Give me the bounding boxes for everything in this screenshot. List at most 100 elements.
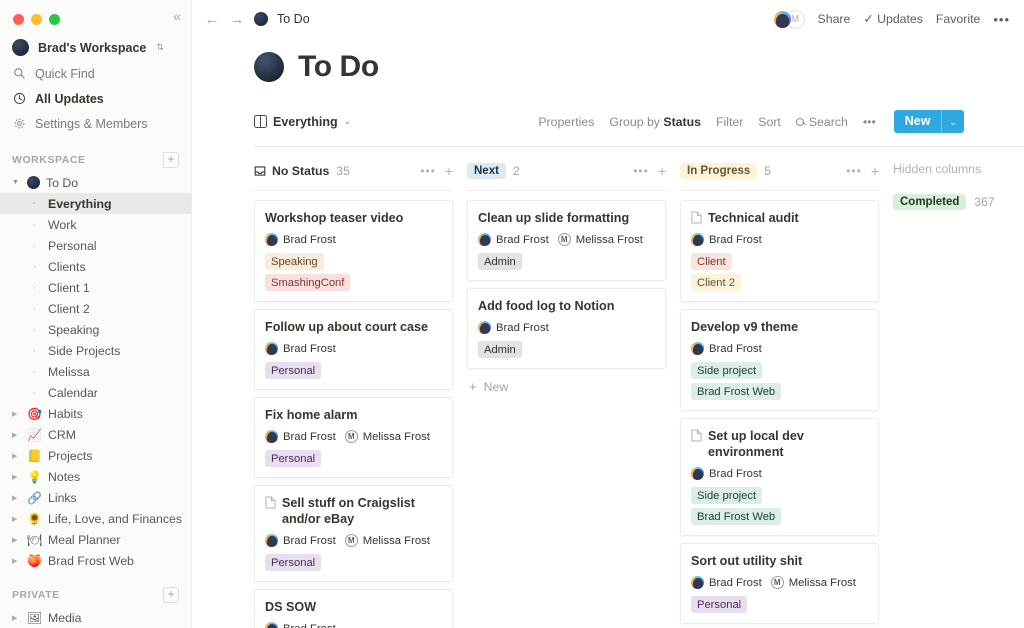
back-button[interactable]: ←	[204, 11, 220, 28]
sidebar-item-to-do[interactable]: ▼ To Do	[0, 172, 191, 193]
chevron-right-icon[interactable]: ▶	[12, 515, 21, 523]
breadcrumb[interactable]: To Do	[277, 12, 310, 26]
column-title[interactable]: No Status	[254, 164, 329, 178]
sidebar-item-clients[interactable]: · Clients	[0, 256, 191, 277]
card-title-row: Sort out utility shit	[691, 553, 868, 569]
add-new-card-button[interactable]: + New	[467, 380, 666, 394]
sidebar-item-work[interactable]: · Work	[0, 214, 191, 235]
card-tag: Client 2	[691, 274, 741, 291]
clock-icon	[12, 92, 26, 106]
board-card[interactable]: Workshop teaser video Brad Frost Speaking S…	[254, 200, 453, 302]
sort-button[interactable]: Sort	[758, 115, 781, 129]
sidebar-item-links[interactable]: ▶ 🔗 Links	[0, 487, 191, 508]
workspace-switcher[interactable]: Brad's Workspace ⇅	[0, 34, 191, 61]
column-add-card-button[interactable]: +	[445, 164, 453, 178]
sidebar-item-personal[interactable]: · Personal	[0, 235, 191, 256]
card-person: Brad Frost	[265, 342, 336, 355]
column-menu-button[interactable]: •••	[846, 164, 862, 178]
board-card[interactable]: Set up local dev environment Brad Frost Si…	[680, 418, 879, 536]
column-count: 2	[512, 164, 520, 178]
forward-button[interactable]: →	[229, 11, 245, 28]
zoom-window-button[interactable]	[49, 14, 60, 25]
sidebar-item-speaking[interactable]: · Speaking	[0, 319, 191, 340]
view-tab-everything[interactable]: Everything ⌄	[254, 115, 351, 129]
sidebar-item-everything[interactable]: · Everything	[0, 193, 191, 214]
column-add-card-button[interactable]: +	[871, 164, 879, 178]
sidebar-item-notes[interactable]: ▶ 💡 Notes	[0, 466, 191, 487]
board-card[interactable]: Sort out utility shit Brad Frost M Melissa …	[680, 543, 879, 624]
column-actions: ••• +	[846, 164, 879, 178]
column-status-tag[interactable]: Next	[467, 163, 506, 179]
board-card[interactable]: Technical audit Brad Frost Client Client 2	[680, 200, 879, 302]
card-people: Brad Frost	[478, 321, 655, 334]
board-card[interactable]: Develop v9 theme Brad Frost Side project Br…	[680, 309, 879, 411]
chevron-down-icon[interactable]: ⌄	[942, 110, 964, 133]
sidebar-item-brad-frost-web[interactable]: ▶ 🍑 Brad Frost Web	[0, 550, 191, 571]
filter-button[interactable]: Filter	[716, 115, 743, 129]
new-button[interactable]: New ⌄	[893, 110, 964, 133]
sidebar-item-media[interactable]: ▶ 🖼 Media	[0, 607, 191, 628]
column-cards: Workshop teaser video Brad Frost Speaking S…	[254, 200, 453, 628]
column-menu-button[interactable]: •••	[633, 164, 649, 178]
card-tags: Personal	[691, 596, 868, 613]
sidebar-item-label: Everything	[48, 196, 112, 211]
sidebar-item-projects[interactable]: ▶ 📒 Projects	[0, 445, 191, 466]
sidebar-item-quick-find[interactable]: Quick Find	[0, 61, 191, 86]
favorite-button[interactable]: Favorite	[936, 12, 980, 26]
column-menu-button[interactable]: •••	[420, 164, 436, 178]
page-title[interactable]: To Do	[298, 50, 379, 84]
chevron-right-icon[interactable]: ▶	[12, 494, 21, 502]
collapse-sidebar-icon[interactable]: «	[173, 7, 181, 25]
board-card[interactable]: Sell stuff on Craigslist and/or eBay Brad…	[254, 485, 453, 582]
add-private-page-button[interactable]: +	[163, 587, 179, 603]
column-name: No Status	[272, 164, 330, 178]
chevron-right-icon[interactable]: ▶	[12, 614, 21, 622]
sidebar-item-meal-planner[interactable]: ▶ 🍽 Meal Planner	[0, 529, 191, 550]
chevron-right-icon[interactable]: ▶	[12, 452, 21, 460]
sidebar-item-calendar[interactable]: · Calendar	[0, 382, 191, 403]
chevron-down-icon[interactable]: ▼	[12, 179, 21, 186]
view-more-button[interactable]: •••	[863, 115, 876, 129]
sidebar-item-label: Meal Planner	[48, 532, 121, 547]
group-by-button[interactable]: Group by Status	[609, 115, 701, 129]
sidebar-item-settings-members[interactable]: Settings & Members	[0, 111, 191, 136]
chevron-right-icon[interactable]: ▶	[12, 536, 21, 544]
sidebar-item-life-love-and-finances[interactable]: ▶ 🌻 Life, Love, and Finances	[0, 508, 191, 529]
sidebar-item-habits[interactable]: ▶ 🎯 Habits	[0, 403, 191, 424]
board-card[interactable]: Fix home alarm Brad Frost M Melissa Frost Pe…	[254, 397, 453, 478]
chevron-right-icon[interactable]: ▶	[12, 410, 21, 418]
properties-button[interactable]: Properties	[538, 115, 594, 129]
add-page-button[interactable]: +	[163, 152, 179, 168]
chevron-right-icon[interactable]: ▶	[12, 557, 21, 565]
avatar[interactable]	[772, 9, 792, 29]
share-button[interactable]: Share	[818, 12, 851, 26]
hidden-column-item[interactable]: Completed 367	[893, 194, 1023, 210]
card-people: Brad Frost M Melissa Frost	[265, 534, 442, 547]
view-toolbar-actions: Properties Group by Status Filter Sort S…	[538, 110, 964, 133]
chevron-right-icon[interactable]: ▶	[12, 431, 21, 439]
more-options-button[interactable]: •••	[993, 12, 1010, 27]
card-title: Develop v9 theme	[691, 320, 799, 334]
minimize-window-button[interactable]	[31, 14, 42, 25]
column-status-tag[interactable]: In Progress	[680, 163, 758, 179]
sidebar-item-client-2[interactable]: · Client 2	[0, 298, 191, 319]
sidebar-item-crm[interactable]: ▶ 📈 CRM	[0, 424, 191, 445]
board-card[interactable]: DS SOWBrad FrostClientClient 2	[254, 589, 453, 628]
sidebar-item-all-updates[interactable]: All Updates	[0, 86, 191, 111]
card-tag: Personal	[691, 596, 748, 613]
board-card[interactable]: Add food log to Notion Brad Frost Admin	[467, 288, 666, 369]
card-people: Brad Frost M Melissa Frost	[691, 576, 868, 589]
sidebar-item-side-projects[interactable]: · Side Projects	[0, 340, 191, 361]
chevron-right-icon[interactable]: ▶	[12, 473, 21, 481]
card-person: Brad Frost	[265, 430, 336, 443]
close-window-button[interactable]	[13, 14, 24, 25]
updates-button[interactable]: ✓ Updates	[863, 12, 923, 26]
page-icon[interactable]	[254, 52, 284, 82]
search-button[interactable]: Search	[795, 115, 848, 129]
board-card[interactable]: Clean up slide formatting Brad Frost M Meli…	[467, 200, 666, 281]
person-name: Melissa Frost	[575, 233, 643, 246]
column-add-card-button[interactable]: +	[658, 164, 666, 178]
sidebar-item-melissa[interactable]: · Melissa	[0, 361, 191, 382]
board-card[interactable]: Follow up about court case Brad Frost Pers…	[254, 309, 453, 390]
sidebar-item-client-1[interactable]: · Client 1	[0, 277, 191, 298]
